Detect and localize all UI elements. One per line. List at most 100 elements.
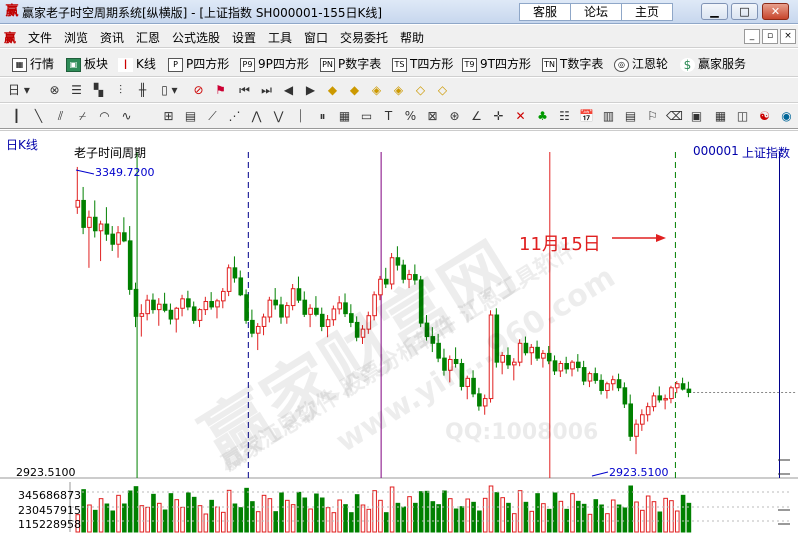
reset-icon[interactable]: ◇ bbox=[434, 82, 451, 99]
quotes-button[interactable]: ▦ 行情 bbox=[12, 55, 54, 72]
yin-yang-icon[interactable]: ☯ bbox=[756, 108, 773, 125]
menu-trade[interactable]: 交易委托 bbox=[340, 29, 388, 46]
period-select[interactable]: 日 ▾ bbox=[8, 82, 38, 99]
zoom-in-icon[interactable]: ◆ bbox=[324, 82, 341, 99]
close-button[interactable]: ✕ bbox=[762, 3, 789, 20]
cancel-draw-icon[interactable]: ⊘ bbox=[190, 82, 207, 99]
app-menu-icon[interactable]: 赢 bbox=[4, 29, 16, 46]
9t-square-button[interactable]: T9 9T四方形 bbox=[462, 55, 531, 72]
mdi-restore-button[interactable]: ▫ bbox=[762, 29, 778, 44]
text-tool-icon[interactable]: T bbox=[380, 108, 397, 125]
menu-window[interactable]: 窗口 bbox=[304, 29, 328, 46]
cursor-icon[interactable]: ┃ bbox=[8, 108, 25, 125]
vline-tool-icon[interactable]: ⏐ bbox=[292, 108, 309, 125]
gann-fan-icon[interactable]: ⌿ bbox=[74, 108, 91, 125]
menu-tools[interactable]: 工具 bbox=[268, 29, 292, 46]
right-icon[interactable]: ▶ bbox=[302, 82, 319, 99]
p-number-table-button[interactable]: PN P数字表 bbox=[320, 55, 381, 72]
flag-icon[interactable]: ⚑ bbox=[212, 82, 229, 99]
date-tick-label: 10-25 bbox=[583, 130, 609, 131]
left-icon[interactable]: ◀ bbox=[280, 82, 297, 99]
shrink-icon[interactable]: ◈ bbox=[390, 82, 407, 99]
grid-tool-icon[interactable]: ▦ bbox=[336, 108, 353, 125]
ladder-tool-icon[interactable]: ☷ bbox=[556, 108, 573, 125]
p-square-button[interactable]: P P四方形 bbox=[168, 55, 229, 72]
menu-huien[interactable]: 汇恩 bbox=[136, 29, 160, 46]
date-tick-label: 06-19 bbox=[192, 130, 218, 131]
wave-tool-icon[interactable]: ⋀ bbox=[248, 108, 265, 125]
menu-browse[interactable]: 浏览 bbox=[64, 29, 88, 46]
9p-square-button[interactable]: P9 9P四方形 bbox=[240, 55, 309, 72]
winner-service-button[interactable]: $ 赢家服务 bbox=[680, 55, 746, 72]
menu-formula-select[interactable]: 公式选股 bbox=[172, 29, 220, 46]
candle-body bbox=[599, 379, 604, 391]
gann-square-tool-icon[interactable]: ⊛ bbox=[446, 108, 463, 125]
ray-tool-icon[interactable]: ⟋ bbox=[204, 108, 221, 125]
rect-tool-icon[interactable]: ▭ bbox=[358, 108, 375, 125]
volume-bar bbox=[349, 512, 354, 533]
menu-info[interactable]: 资讯 bbox=[100, 29, 124, 46]
compare-icon[interactable]: ⫶ bbox=[112, 82, 129, 99]
tree-tool-icon[interactable]: ♣ bbox=[534, 108, 551, 125]
zigzag-tool-icon[interactable]: ⋁ bbox=[270, 108, 287, 125]
menu-help[interactable]: 帮助 bbox=[400, 29, 424, 46]
percent-tool-icon[interactable]: % bbox=[402, 108, 419, 125]
menu-settings[interactable]: 设置 bbox=[232, 29, 256, 46]
expand-icon[interactable]: ◈ bbox=[368, 82, 385, 99]
mdi-minimize-button[interactable]: _ bbox=[744, 29, 760, 44]
calendar-tool-icon[interactable]: 📅 bbox=[578, 108, 595, 125]
kline-button[interactable]: ┃ K线 bbox=[118, 55, 156, 72]
sectors-button[interactable]: ▣ 板块 bbox=[66, 55, 108, 72]
support-link[interactable]: 客服 bbox=[519, 3, 571, 21]
fan-tool-icon[interactable]: ⋰ bbox=[226, 108, 243, 125]
kline-chart[interactable]: 05-10 05-30 06-19 07-11 07-31 08-18 09-07 09-27… bbox=[0, 130, 798, 540]
channel-tool-icon[interactable]: ⫽ bbox=[52, 108, 69, 125]
candle-body bbox=[686, 388, 692, 393]
dropdown-icon[interactable]: ▾ bbox=[166, 82, 183, 99]
square-tool-icon[interactable]: ⊠ bbox=[424, 108, 441, 125]
candle-body bbox=[215, 300, 220, 308]
box-tool-icon[interactable]: ▤ bbox=[182, 108, 199, 125]
flag-tool-icon[interactable]: ⚐ bbox=[644, 108, 661, 125]
indicator-icon[interactable]: ⊗ bbox=[46, 82, 63, 99]
maximize-button[interactable]: □ bbox=[731, 3, 758, 20]
forum-link[interactable]: 论坛 bbox=[570, 3, 622, 21]
candle-style-icon[interactable]: ╫ bbox=[134, 82, 151, 99]
fit-icon[interactable]: ◇ bbox=[412, 82, 429, 99]
menu-file[interactable]: 文件 bbox=[28, 29, 52, 46]
candle-body bbox=[191, 306, 197, 321]
line-tool-icon[interactable]: ╲ bbox=[30, 108, 47, 125]
mdi-close-button[interactable]: × bbox=[780, 29, 796, 44]
save-tool-icon[interactable]: ▣ bbox=[688, 108, 705, 125]
cycle-tool-icon[interactable]: ∿ bbox=[118, 108, 135, 125]
candle-body bbox=[512, 361, 517, 366]
t-square-icon: TS bbox=[392, 57, 407, 72]
minimize-button[interactable]: ▁ bbox=[701, 3, 728, 20]
homepage-link[interactable]: 主页 bbox=[621, 3, 673, 21]
volume-bar bbox=[616, 504, 622, 533]
arc-tool-icon[interactable]: ◠ bbox=[96, 108, 113, 125]
delete-tool-icon[interactable]: ⌫ bbox=[666, 108, 683, 125]
mark-tool-icon[interactable]: ✕ bbox=[512, 108, 529, 125]
angle-tool-icon[interactable]: ∠ bbox=[468, 108, 485, 125]
layout-tool-icon[interactable]: ▦ bbox=[712, 108, 729, 125]
volume-bar bbox=[139, 505, 145, 533]
volume-bar bbox=[232, 503, 238, 533]
bars-tool-icon[interactable]: ▥ bbox=[600, 108, 617, 125]
fib-tool-icon[interactable]: ⊞ bbox=[160, 108, 177, 125]
gann-wheel-button[interactable]: ◎ 江恩轮 bbox=[614, 55, 668, 72]
split-tool-icon[interactable]: ◫ bbox=[734, 108, 751, 125]
table-tool-icon[interactable]: ▤ bbox=[622, 108, 639, 125]
crosshair-tool-icon[interactable]: ✛ bbox=[490, 108, 507, 125]
period-tool-icon[interactable]: ⏸ bbox=[314, 108, 331, 125]
volume-bar bbox=[244, 487, 249, 533]
volume-bar bbox=[314, 493, 319, 533]
first-page-icon[interactable]: ⏮ bbox=[236, 82, 253, 99]
zoom-out-icon[interactable]: ◆ bbox=[346, 82, 363, 99]
doc-icon[interactable]: ☰ bbox=[68, 82, 85, 99]
last-page-icon[interactable]: ⏭ bbox=[258, 82, 275, 99]
t-number-table-button[interactable]: TN T数字表 bbox=[542, 55, 603, 72]
t-square-button[interactable]: TS T四方形 bbox=[392, 55, 453, 72]
globe-icon[interactable]: ◉ bbox=[778, 108, 795, 125]
chart-style-icon[interactable]: ▚ bbox=[90, 82, 107, 99]
